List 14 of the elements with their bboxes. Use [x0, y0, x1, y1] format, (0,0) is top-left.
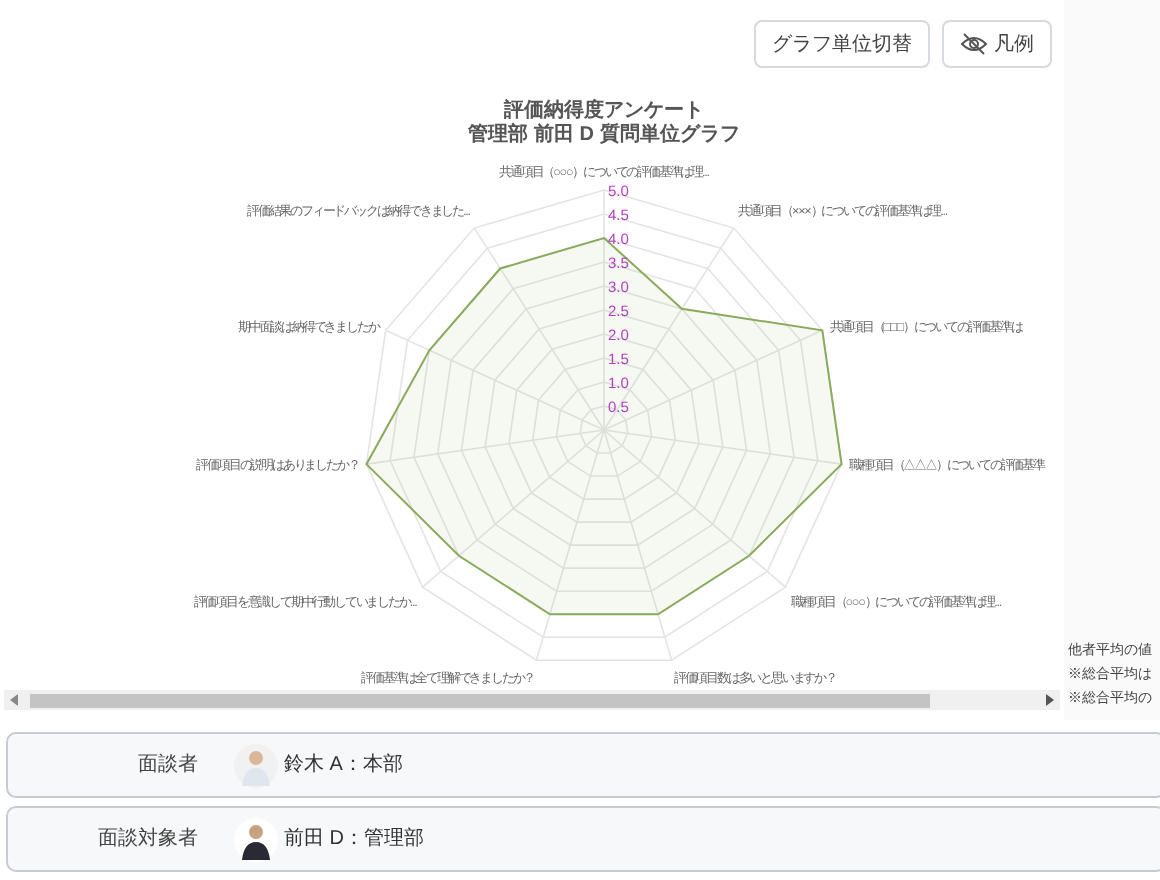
- scroll-right-icon[interactable]: [1046, 694, 1054, 706]
- avatar-icon: [234, 743, 278, 787]
- scroll-left-icon[interactable]: [10, 694, 18, 706]
- horizontal-scrollbar[interactable]: [4, 690, 1060, 710]
- person-name: 鈴木 A：本部: [284, 751, 403, 780]
- eye-off-icon: [960, 32, 988, 56]
- chart-title: 管理部 前田 D 質問単位グラフ: [468, 124, 740, 146]
- legend-toggle-button[interactable]: 凡例: [942, 20, 1052, 68]
- avatar-icon: [234, 817, 278, 861]
- chart-title: 評価納得度アンケート: [504, 100, 704, 122]
- role-label: 面談対象者: [96, 825, 198, 854]
- role-label: 面談者: [136, 751, 198, 780]
- chart-unit-toggle-button[interactable]: グラフ単位切替: [754, 20, 930, 68]
- person-name: 前田 D：管理部: [284, 825, 424, 854]
